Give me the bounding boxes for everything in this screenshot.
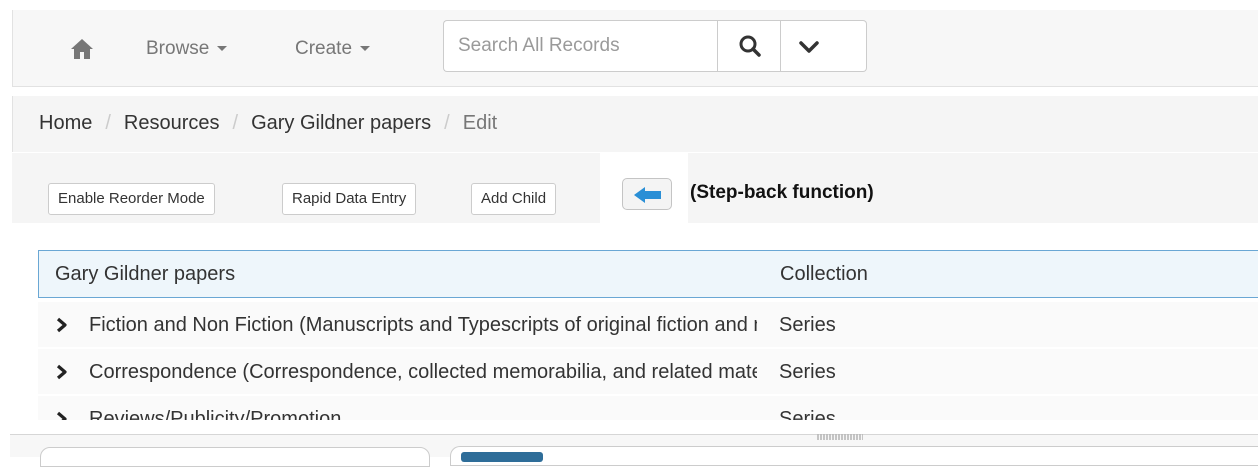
breadcrumb-separator: / [105,112,111,134]
chevron-right-icon[interactable] [56,411,68,420]
breadcrumb-home[interactable]: Home [39,112,92,134]
enable-reorder-mode-button[interactable]: Enable Reorder Mode [48,183,215,215]
step-back-button[interactable] [622,178,672,210]
tree-root-title: Gary Gildner papers [55,263,236,285]
breadcrumb-bar: Home / Resources / Gary Gildner papers / Edit [12,96,1258,152]
breadcrumb-resources[interactable]: Resources [124,112,220,134]
search-icon [739,35,761,57]
chevron-right-icon[interactable] [56,364,68,380]
tree-root-row[interactable]: Gary Gildner papers Collection [38,250,1258,298]
form-tab[interactable] [461,452,543,462]
tree-root-level: Collection [780,263,868,285]
rapid-data-entry-button[interactable]: Rapid Data Entry [282,183,417,215]
search-options-button[interactable] [781,20,867,72]
tree-row-title: Fiction and Non Fiction (Manuscripts and… [89,314,757,336]
tree-row-level: Series [779,361,836,383]
record-form-pane [450,446,1258,466]
tree-row-title: Reviews/Publicity/Promotion [89,408,342,420]
tree-row[interactable]: Fiction and Non Fiction (Manuscripts and… [38,302,1258,348]
caret-down-icon [217,46,228,52]
breadcrumb-resource-title[interactable]: Gary Gildner papers [251,112,431,134]
arrow-left-icon [634,187,661,203]
tree-row-level: Series [779,408,836,420]
chevron-down-icon [799,41,819,53]
search-button[interactable] [717,20,781,72]
left-pane [40,447,430,467]
tree-row[interactable]: Correspondence (Correspondence, collecte… [38,349,1258,395]
breadcrumb-separator: / [444,112,450,134]
step-back-panel [600,153,688,223]
resource-tree: Gary Gildner papers Collection Fiction a… [38,250,1258,420]
breadcrumb: Home / Resources / Gary Gildner papers / Edit [39,112,497,135]
breadcrumb-separator: / [232,112,239,134]
tree-row-title: Correspondence (Correspondence, collecte… [89,361,757,383]
chevron-right-icon[interactable] [56,317,68,333]
search-group [443,20,867,74]
resize-handle[interactable] [817,434,863,440]
create-label: Create [295,38,353,59]
home-icon[interactable] [70,37,94,61]
tree-row-level: Series [779,314,836,336]
tree-row[interactable]: Reviews/Publicity/Promotion Series [38,396,1258,420]
create-menu[interactable]: Create [295,38,371,60]
browse-label: Browse [146,38,210,59]
caret-down-icon [360,46,371,52]
add-child-button[interactable]: Add Child [471,183,557,215]
search-input[interactable] [443,20,717,72]
step-back-annotation: (Step-back function) [690,182,874,203]
browse-menu[interactable]: Browse [146,38,228,60]
top-navbar: Browse Create [12,10,1258,87]
breadcrumb-current: Edit [462,112,498,134]
